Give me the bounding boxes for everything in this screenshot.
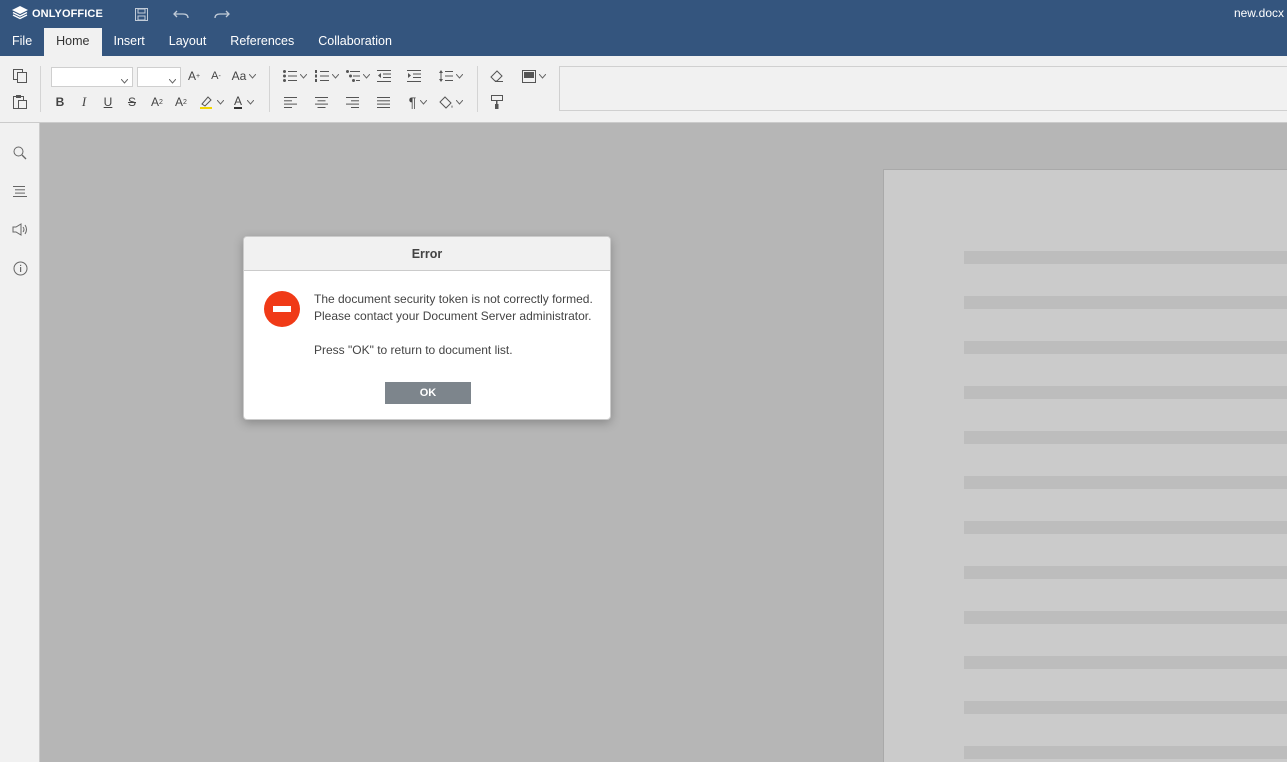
placeholder-line (964, 746, 1287, 759)
placeholder-line (964, 431, 1287, 444)
placeholder-line (964, 386, 1287, 399)
brand: ONLYOFFICE (12, 5, 103, 23)
font-name-combo[interactable] (51, 67, 133, 87)
chevron-down-icon (120, 73, 129, 87)
placeholder-line (964, 566, 1287, 579)
placeholder-line (964, 521, 1287, 534)
line-spacing-icon[interactable] (437, 66, 465, 86)
subscript-icon[interactable]: A2 (171, 92, 191, 112)
brand-name: ONLYOFFICE (32, 8, 103, 20)
toolbar-separator (269, 66, 270, 112)
bold-icon[interactable]: B (50, 92, 70, 112)
main-tabs: File Home Insert Layout References Colla… (0, 28, 404, 56)
error-icon (264, 291, 300, 327)
document-title: new.docx (1233, 6, 1284, 20)
tab-file[interactable]: File (0, 28, 44, 56)
about-icon[interactable] (10, 258, 30, 278)
dialog-title: Error (244, 237, 610, 271)
justify-icon[interactable] (373, 92, 393, 112)
tab-insert[interactable]: Insert (102, 28, 157, 56)
shading-icon[interactable] (437, 92, 465, 112)
align-right-icon[interactable] (342, 92, 362, 112)
highlight-icon[interactable] (196, 92, 226, 112)
toolbar-separator (477, 66, 478, 112)
tab-collaboration[interactable]: Collaboration (306, 28, 404, 56)
columns-icon[interactable] (519, 66, 549, 86)
paste-icon[interactable] (10, 92, 30, 112)
chevron-down-icon (168, 73, 177, 87)
tab-home[interactable]: Home (44, 28, 102, 56)
copy-icon[interactable] (10, 66, 30, 86)
increase-indent-icon[interactable] (404, 66, 424, 86)
numbering-icon[interactable] (313, 66, 341, 86)
placeholder-line (964, 611, 1287, 624)
copy-style-icon[interactable] (487, 92, 507, 112)
tab-references[interactable]: References (218, 28, 306, 56)
logo-icon (12, 5, 28, 23)
undo-icon[interactable] (171, 5, 191, 23)
increase-font-icon[interactable]: A + (184, 66, 204, 86)
error-message-line1: The document security token is not corre… (314, 292, 593, 306)
font-size-combo[interactable] (137, 67, 181, 87)
document-page[interactable] (883, 169, 1287, 762)
placeholder-line (964, 251, 1287, 264)
multilevel-icon[interactable] (344, 66, 372, 86)
redo-icon[interactable] (212, 5, 232, 23)
tab-layout[interactable]: Layout (157, 28, 219, 56)
placeholder-line (964, 656, 1287, 669)
app-header: ONLYOFFICE new.docx File Home Insert Lay… (0, 0, 1287, 56)
strikethrough-icon[interactable]: S (122, 92, 142, 112)
styles-gallery[interactable] (559, 66, 1287, 111)
italic-icon[interactable]: I (74, 92, 94, 112)
align-center-icon[interactable] (311, 92, 331, 112)
toolbar-separator (40, 66, 41, 112)
error-message-line2: Please contact your Document Server admi… (314, 309, 592, 323)
placeholder-line (964, 476, 1287, 489)
align-left-icon[interactable] (280, 92, 300, 112)
error-message-line3: Press "OK" to return to document list. (314, 343, 513, 357)
decrease-indent-icon[interactable] (374, 66, 394, 86)
navigation-icon[interactable] (10, 181, 30, 201)
left-panel (0, 123, 40, 762)
change-case-icon[interactable]: Aa (230, 66, 258, 86)
toolbar: A + A- Aa B I U S A2 A2 A ¶ (0, 56, 1287, 123)
placeholder-line (964, 296, 1287, 309)
ok-button[interactable]: OK (385, 382, 471, 404)
placeholder-line (964, 701, 1287, 714)
paragraph-marks-icon[interactable]: ¶ (404, 92, 432, 112)
underline-icon[interactable]: U (98, 92, 118, 112)
font-color-icon[interactable]: A (230, 92, 258, 112)
superscript-icon[interactable]: A2 (147, 92, 167, 112)
bullets-icon[interactable] (281, 66, 309, 86)
save-icon[interactable] (131, 5, 151, 23)
search-icon[interactable] (10, 143, 30, 163)
error-dialog: Error The document security token is not… (243, 236, 611, 420)
clear-style-icon[interactable] (487, 66, 507, 86)
decrease-font-icon[interactable]: A- (206, 66, 226, 86)
placeholder-line (964, 341, 1287, 354)
feedback-icon[interactable] (10, 219, 30, 239)
